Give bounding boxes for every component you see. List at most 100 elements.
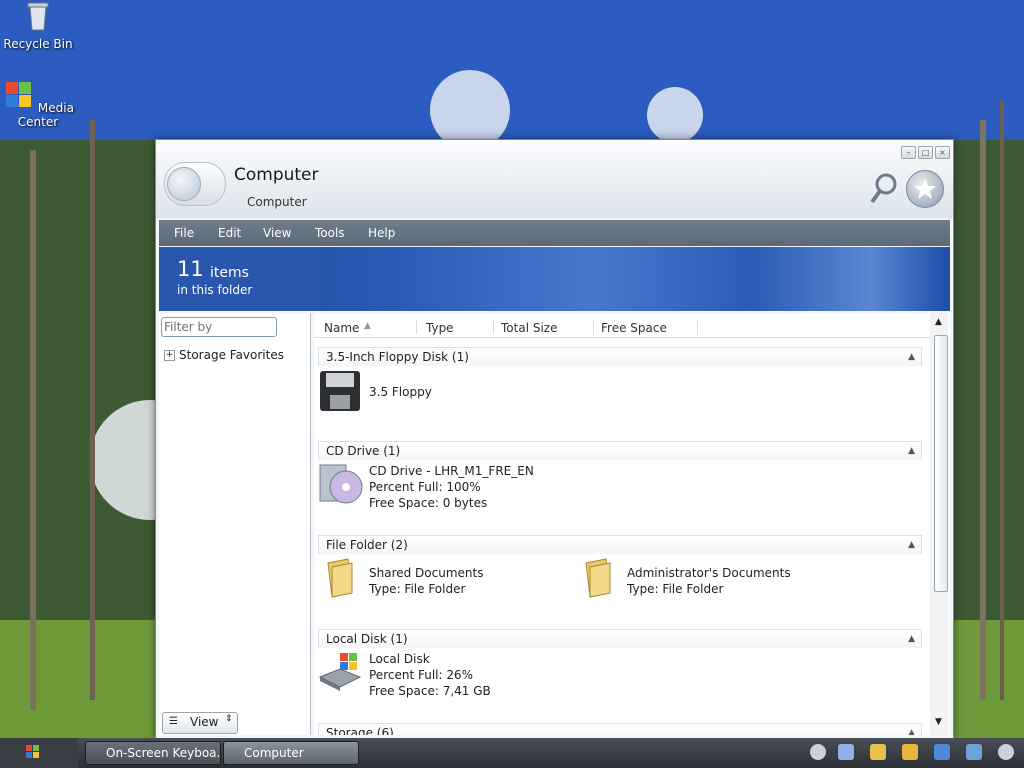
group-storage: Storage (6) ▲ xyxy=(318,723,922,735)
tray-broom-icon[interactable] xyxy=(870,744,886,760)
item-count: 11 xyxy=(177,257,204,281)
scroll-thumb[interactable] xyxy=(934,335,948,592)
taskbar-item-on-screen-keyboard[interactable]: On-Screen Keyboa... xyxy=(85,741,221,765)
group-header[interactable]: File Folder (2) ▲ xyxy=(318,535,922,554)
column-header: Name ▲ Type Total Size Free Space xyxy=(314,317,930,338)
column-free-space[interactable]: Free Space xyxy=(601,321,667,335)
star-icon xyxy=(914,178,936,199)
group-title: File Folder (2) xyxy=(326,538,408,552)
tray-monitor-icon[interactable] xyxy=(966,744,982,760)
view-list-icon: ☰ xyxy=(169,716,178,727)
item-name: Local Disk xyxy=(369,652,430,666)
recycle-bin-icon xyxy=(27,2,49,31)
group-header[interactable]: 3.5-Inch Floppy Disk (1) ▲ xyxy=(318,347,922,366)
folder-item-shared-documents[interactable]: Shared Documents Type: File Folder xyxy=(369,565,483,597)
item-count-unit: items xyxy=(210,265,249,281)
desktop-icon-media-center[interactable]: Media Center xyxy=(0,78,76,129)
banner-subtitle: in this folder xyxy=(177,283,253,297)
folder-icon xyxy=(585,558,611,598)
group-floppy: 3.5-Inch Floppy Disk (1) ▲ xyxy=(318,347,922,366)
group-title: Storage (6) xyxy=(326,726,394,735)
folder-icon xyxy=(327,558,353,598)
item-free-space: Free Space: 7,41 GB xyxy=(369,684,491,698)
folder-banner: 11 items in this folder xyxy=(159,247,950,311)
back-button[interactable] xyxy=(164,162,226,206)
item-percent-full: Percent Full: 26% xyxy=(369,668,474,682)
filter-input[interactable] xyxy=(161,317,277,337)
tray-clock-icon[interactable] xyxy=(998,744,1014,760)
column-divider[interactable] xyxy=(493,320,494,334)
back-arrow-icon xyxy=(167,167,201,201)
group-header[interactable]: CD Drive (1) ▲ xyxy=(318,441,922,460)
item-name: 3.5 Floppy xyxy=(369,385,432,399)
spinner-icon[interactable]: ⇕ xyxy=(225,714,233,724)
menu-edit[interactable]: Edit xyxy=(218,226,241,240)
menu-file[interactable]: File xyxy=(174,226,194,240)
menu-view[interactable]: View xyxy=(263,226,291,240)
start-button[interactable] xyxy=(0,738,78,768)
window-title: Computer xyxy=(234,165,319,185)
scroll-down-arrow-icon[interactable]: ▼ xyxy=(935,717,942,727)
scroll-up-arrow-icon[interactable]: ▲ xyxy=(935,317,942,327)
drive-item-local-disk[interactable]: Local Disk Percent Full: 26% Free Space:… xyxy=(369,651,491,699)
desktop-icon-label: Recycle Bin xyxy=(3,37,73,51)
column-type[interactable]: Type xyxy=(426,321,454,335)
taskbar-item-label: On-Screen Keyboa... xyxy=(106,746,221,760)
item-free-space: Free Space: 0 bytes xyxy=(369,496,488,510)
group-file-folder: File Folder (2) ▲ xyxy=(318,535,922,554)
group-header[interactable]: Storage (6) ▲ xyxy=(318,723,922,735)
cd-drive-icon xyxy=(319,464,363,504)
tray-search-icon[interactable] xyxy=(838,744,854,760)
expand-icon[interactable]: + xyxy=(164,350,175,361)
media-center-icon xyxy=(6,82,32,107)
desktop-icon-recycle-bin[interactable]: Recycle Bin xyxy=(0,0,76,51)
group-title: 3.5-Inch Floppy Disk (1) xyxy=(326,350,469,364)
column-name[interactable]: Name xyxy=(324,321,359,335)
folder-item-administrator-documents[interactable]: Administrator's Documents Type: File Fol… xyxy=(627,565,791,597)
favorites-star-button[interactable] xyxy=(906,170,944,208)
collapse-icon[interactable]: ▲ xyxy=(908,724,915,735)
view-button[interactable]: ☰ View ⇕ xyxy=(162,712,238,734)
collapse-icon[interactable]: ▲ xyxy=(908,348,915,366)
drive-item-floppy[interactable]: 3.5 Floppy xyxy=(369,384,432,400)
menu-help[interactable]: Help xyxy=(368,226,395,240)
maximize-button[interactable]: □ xyxy=(918,146,933,159)
item-name: Shared Documents xyxy=(369,566,484,580)
item-type: Type: File Folder xyxy=(627,582,724,596)
close-button[interactable]: × xyxy=(935,146,950,159)
taskbar-item-computer[interactable]: Computer xyxy=(223,741,359,765)
item-name: CD Drive - LHR_M1_FRE_EN xyxy=(369,464,534,478)
column-total-size[interactable]: Total Size xyxy=(501,321,557,335)
collapse-icon[interactable]: ▲ xyxy=(908,442,915,460)
taskbar: On-Screen Keyboa... Computer xyxy=(0,738,1024,768)
minimize-button[interactable]: – xyxy=(901,146,916,159)
floppy-icon xyxy=(320,371,360,411)
navigation-pane: + Storage Favorites ☰ View ⇕ xyxy=(159,313,311,735)
search-icon[interactable] xyxy=(868,170,902,206)
taskbar-item-label: Computer xyxy=(244,746,304,760)
menu-tools[interactable]: Tools xyxy=(315,226,345,240)
view-button-label: View xyxy=(190,715,219,729)
group-header[interactable]: Local Disk (1) ▲ xyxy=(318,629,922,648)
hard-disk-icon xyxy=(318,653,362,691)
tray-lightning-icon[interactable] xyxy=(902,744,918,760)
storage-favorites-node[interactable]: + Storage Favorites xyxy=(164,348,284,362)
computer-window: Computer Computer – □ × File Edit View T… xyxy=(155,139,954,739)
tray-network-icon[interactable] xyxy=(934,744,950,760)
tray-disc-icon[interactable] xyxy=(810,744,826,760)
vertical-scrollbar[interactable]: ▲ ▼ xyxy=(930,313,948,735)
item-percent-full: Percent Full: 100% xyxy=(369,480,481,494)
storage-favorites-label: Storage Favorites xyxy=(179,348,284,362)
column-divider[interactable] xyxy=(697,320,698,334)
group-title: CD Drive (1) xyxy=(326,444,401,458)
collapse-icon[interactable]: ▲ xyxy=(908,630,915,648)
menu-bar: File Edit View Tools Help xyxy=(159,220,950,246)
group-cd-drive: CD Drive (1) ▲ xyxy=(318,441,922,460)
collapse-icon[interactable]: ▲ xyxy=(908,536,915,554)
column-divider[interactable] xyxy=(416,320,417,334)
sort-up-icon: ▲ xyxy=(364,321,371,331)
breadcrumb[interactable]: Computer xyxy=(247,195,307,209)
drive-item-cd[interactable]: CD Drive - LHR_M1_FRE_EN Percent Full: 1… xyxy=(369,463,534,511)
group-title: Local Disk (1) xyxy=(326,632,408,646)
column-divider[interactable] xyxy=(593,320,594,334)
